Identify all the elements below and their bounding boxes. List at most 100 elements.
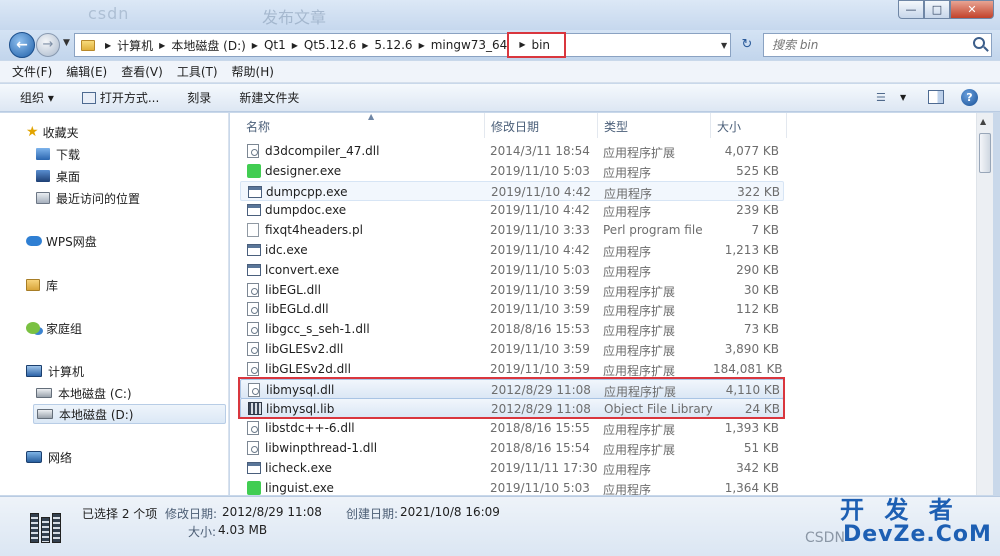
computer-icon bbox=[26, 365, 42, 377]
file-row[interactable]: licheck.exe 2019/11/11 17:30 应用程序 342 KB bbox=[240, 458, 784, 478]
help-icon[interactable]: ? bbox=[961, 89, 978, 106]
nav-drive-d-label: 本地磁盘 (D:) bbox=[59, 407, 134, 422]
menu-edit[interactable]: 编辑(E) bbox=[66, 63, 107, 80]
menu-help[interactable]: 帮助(H) bbox=[232, 63, 274, 80]
dll-file-icon bbox=[247, 441, 259, 455]
history-dropdown-icon[interactable]: ▼ bbox=[63, 38, 70, 48]
file-type: 应用程序 bbox=[603, 245, 652, 259]
breadcrumb-chevron-icon[interactable]: ▶ bbox=[419, 41, 425, 50]
nav-drive-d[interactable]: 本地磁盘 (D:) bbox=[33, 404, 226, 424]
column-header-size[interactable]: 大小 bbox=[711, 113, 787, 138]
file-row[interactable]: linguist.exe 2019/11/10 5:03 应用程序 1,364 KB bbox=[240, 478, 784, 495]
scroll-up-icon[interactable]: ▲ bbox=[980, 117, 986, 126]
nav-wps-cloud[interactable]: WPS网盘 bbox=[26, 231, 97, 251]
nav-recent[interactable]: 最近访问的位置 bbox=[36, 188, 140, 208]
breadcrumb-chevron-icon[interactable]: ▶ bbox=[159, 41, 165, 50]
address-row: ← → ▼ ▶ 计算机 ▶ 本地磁盘 (D:) ▶ Qt1 ▶ Qt5.12.6 ▶ 5.12.6… bbox=[0, 30, 1000, 60]
breadcrumb-chevron-icon[interactable]: ▶ bbox=[519, 40, 525, 49]
nav-drive-c[interactable]: 本地磁盘 (C:) bbox=[36, 383, 132, 403]
file-type: 应用程序扩展 bbox=[603, 344, 676, 358]
file-date: 2018/8/16 15:54 bbox=[490, 441, 590, 455]
file-size: 30 KB bbox=[743, 282, 779, 297]
scrollbar-thumb[interactable] bbox=[979, 133, 991, 173]
menu-bar: 文件(F) 编辑(E) 查看(V) 工具(T) 帮助(H) bbox=[0, 61, 1000, 83]
file-name: dumpcpp.exe bbox=[266, 184, 348, 199]
organize-button[interactable]: 组织 ▾ bbox=[20, 89, 54, 106]
file-date: 2019/11/10 3:59 bbox=[490, 361, 590, 376]
file-row[interactable]: libGLESv2.dll 2019/11/10 3:59 应用程序扩展 3,890 … bbox=[240, 339, 784, 359]
column-header-type[interactable]: 类型 bbox=[598, 113, 711, 138]
file-row[interactable]: lconvert.exe 2019/11/10 5:03 应用程序 290 KB bbox=[240, 260, 784, 280]
window-controls: — □ ✕ bbox=[898, 0, 994, 19]
file-row[interactable]: designer.exe 2019/11/10 5:03 应用程序 525 KB bbox=[240, 161, 784, 181]
burn-button[interactable]: 刻录 bbox=[187, 89, 211, 106]
search-input[interactable] bbox=[764, 34, 954, 56]
modified-value: 2012/8/29 11:08 bbox=[222, 505, 322, 519]
file-date: 2014/3/11 18:54 bbox=[490, 144, 590, 158]
column-name-label: 名称 bbox=[246, 120, 271, 134]
search-box[interactable] bbox=[763, 33, 992, 57]
menu-tools[interactable]: 工具(T) bbox=[177, 63, 218, 80]
nav-wps-label: WPS网盘 bbox=[46, 234, 97, 249]
breadcrumb-chevron-icon[interactable]: ▶ bbox=[292, 41, 298, 50]
nav-network[interactable]: 网络 bbox=[26, 447, 72, 467]
file-row[interactable]: fixqt4headers.pl 2019/11/10 3:33 Perl prog… bbox=[240, 220, 784, 240]
file-date: 2019/11/10 3:59 bbox=[490, 282, 590, 297]
back-button[interactable]: ← bbox=[9, 32, 35, 58]
refresh-icon[interactable]: ↻ bbox=[737, 35, 757, 55]
nav-desktop[interactable]: 桌面 bbox=[36, 166, 80, 186]
recent-places-icon bbox=[36, 192, 50, 204]
address-bar[interactable]: ▶ 计算机 ▶ 本地磁盘 (D:) ▶ Qt1 ▶ Qt5.12.6 ▶ 5.12.6 ▶ mingw… bbox=[74, 31, 731, 58]
breadcrumb-label: bin bbox=[531, 37, 551, 52]
breadcrumb-item[interactable]: ▶ 5.12.6 bbox=[356, 38, 412, 52]
vertical-scrollbar[interactable]: ▲ bbox=[976, 113, 993, 495]
burn-label: 刻录 bbox=[187, 91, 212, 105]
file-row[interactable]: libwinpthread-1.dll 2018/8/16 15:54 应用程序扩展… bbox=[240, 438, 784, 458]
nav-library[interactable]: 库 bbox=[26, 275, 58, 295]
file-row[interactable]: libEGLd.dll 2019/11/10 3:59 应用程序扩展 112 KB bbox=[240, 299, 784, 319]
nav-downloads[interactable]: 下载 bbox=[36, 144, 80, 164]
file-row[interactable]: dumpdoc.exe 2019/11/10 4:42 应用程序 239 KB bbox=[240, 200, 784, 220]
address-dropdown-icon[interactable]: ▼ bbox=[721, 41, 727, 50]
file-row[interactable]: libgcc_s_seh-1.dll 2018/8/16 15:53 应用程序扩展 7… bbox=[240, 319, 784, 339]
file-row[interactable]: libstdc++-6.dll 2018/8/16 15:55 应用程序扩展 1,39… bbox=[240, 418, 784, 438]
pl-file-icon bbox=[247, 223, 259, 238]
preview-pane-icon[interactable] bbox=[928, 90, 944, 104]
view-options-icon[interactable]: ☰ bbox=[876, 91, 892, 104]
breadcrumb-item[interactable]: ▶ 本地磁盘 (D:) bbox=[153, 37, 246, 54]
file-row[interactable]: d3dcompiler_47.dll 2014/3/11 18:54 应用程序扩展 4… bbox=[240, 141, 784, 161]
breadcrumb-chevron-icon[interactable]: ▶ bbox=[105, 41, 111, 50]
maximize-button[interactable]: □ bbox=[924, 0, 950, 19]
file-row[interactable]: dumpcpp.exe 2019/11/10 4:42 应用程序 322 KB bbox=[240, 180, 784, 201]
nav-computer[interactable]: 计算机 bbox=[26, 361, 84, 381]
file-row[interactable]: idc.exe 2019/11/10 4:42 应用程序 1,213 KB bbox=[240, 240, 784, 260]
organize-label: 组织 ▾ bbox=[20, 91, 54, 105]
forward-button[interactable]: → bbox=[36, 33, 60, 57]
file-row[interactable]: libGLESv2d.dll 2019/11/10 3:59 应用程序扩展 184,0… bbox=[240, 359, 784, 379]
breadcrumb-item[interactable]: ▶ 计算机 bbox=[99, 37, 153, 54]
exe-file-icon bbox=[247, 204, 261, 217]
column-header-date[interactable]: 修改日期 bbox=[485, 113, 598, 138]
file-date: 2019/11/10 5:03 bbox=[490, 262, 590, 277]
breadcrumb-item[interactable]: ▶ bin bbox=[507, 31, 567, 58]
breadcrumb-item[interactable]: ▶ Qt5.12.6 bbox=[286, 38, 356, 52]
search-icon[interactable] bbox=[973, 37, 985, 49]
breadcrumb-chevron-icon[interactable]: ▶ bbox=[252, 41, 258, 50]
dll-file-icon bbox=[247, 342, 259, 356]
breadcrumb-chevron-icon[interactable]: ▶ bbox=[362, 41, 368, 50]
breadcrumb-item[interactable]: ▶ mingw73_64 bbox=[413, 38, 508, 52]
nav-favorites[interactable]: ★ 收藏夹 bbox=[26, 122, 79, 142]
menu-file[interactable]: 文件(F) bbox=[12, 63, 52, 80]
new-folder-button[interactable]: 新建文件夹 bbox=[239, 89, 299, 106]
nav-homegroup[interactable]: 家庭组 bbox=[26, 318, 82, 338]
minimize-button[interactable]: — bbox=[898, 0, 924, 19]
close-button[interactable]: ✕ bbox=[950, 0, 994, 19]
view-dropdown-icon[interactable]: ▼ bbox=[900, 93, 906, 102]
breadcrumb-item[interactable]: ▶ Qt1 bbox=[246, 38, 286, 52]
file-row[interactable]: libEGL.dll 2019/11/10 3:59 应用程序扩展 30 KB bbox=[240, 280, 784, 300]
column-header-name[interactable]: 名称 ▲ bbox=[240, 113, 485, 138]
menu-view[interactable]: 查看(V) bbox=[121, 63, 163, 80]
file-name: lconvert.exe bbox=[265, 262, 340, 277]
open-with-button[interactable]: 打开方式... bbox=[81, 89, 159, 106]
file-size: 239 KB bbox=[736, 203, 779, 218]
